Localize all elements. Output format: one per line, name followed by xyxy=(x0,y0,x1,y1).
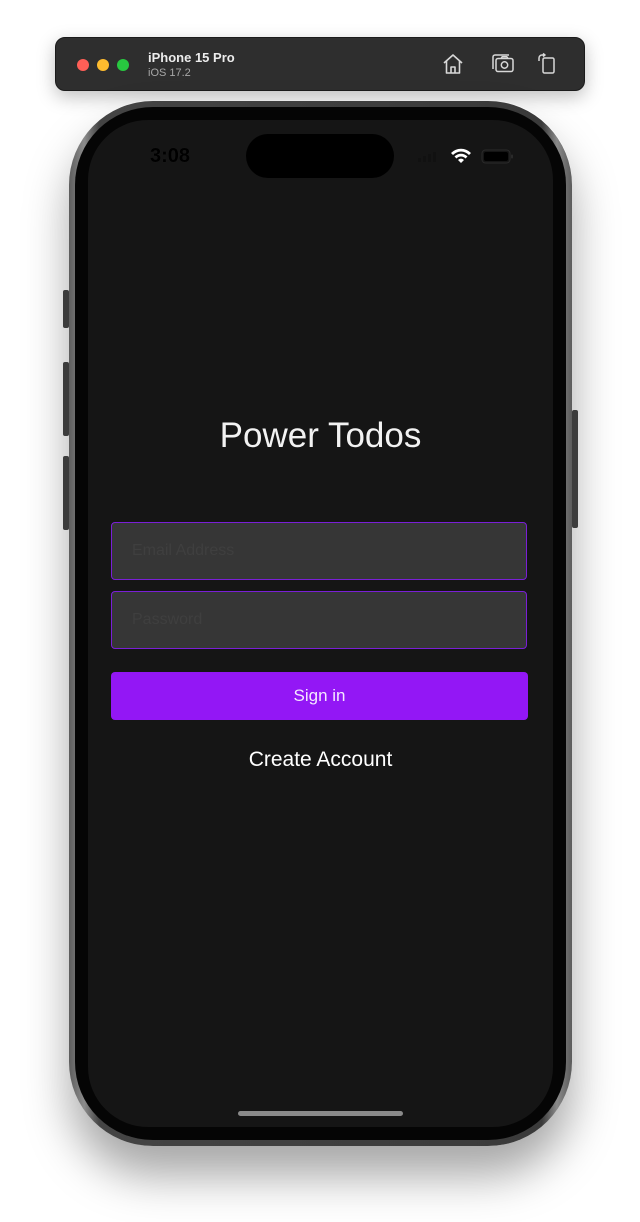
device-name: iPhone 15 Pro xyxy=(148,50,235,65)
home-icon[interactable] xyxy=(441,52,465,76)
volume-up-button[interactable] xyxy=(63,362,69,436)
status-time: 3:08 xyxy=(150,145,191,167)
action-button[interactable] xyxy=(63,290,69,328)
create-account-button[interactable]: Create Account xyxy=(88,747,553,773)
rotate-icon[interactable] xyxy=(536,52,560,76)
home-indicator[interactable] xyxy=(238,1111,403,1116)
battery-icon xyxy=(481,149,513,164)
simulator-title-bar: iPhone 15 Pro iOS 17.2 xyxy=(55,37,585,91)
wifi-icon xyxy=(451,148,471,163)
power-button[interactable] xyxy=(572,410,578,528)
zoom-window-button[interactable] xyxy=(117,59,129,71)
cellular-icon xyxy=(418,152,436,162)
status-icons xyxy=(418,147,518,167)
minimize-window-button[interactable] xyxy=(97,59,109,71)
sign-in-button[interactable]: Sign in xyxy=(111,672,528,720)
dynamic-island xyxy=(246,134,394,178)
close-window-button[interactable] xyxy=(77,59,89,71)
os-version: iOS 17.2 xyxy=(148,67,191,79)
screenshot-icon[interactable] xyxy=(491,52,515,76)
email-field[interactable] xyxy=(111,522,527,580)
app-screen: 3:08 Power Todos Sign in Create Ac xyxy=(88,120,553,1127)
app-title: Power Todos xyxy=(219,416,422,455)
volume-down-button[interactable] xyxy=(63,456,69,530)
password-field[interactable] xyxy=(111,591,527,649)
